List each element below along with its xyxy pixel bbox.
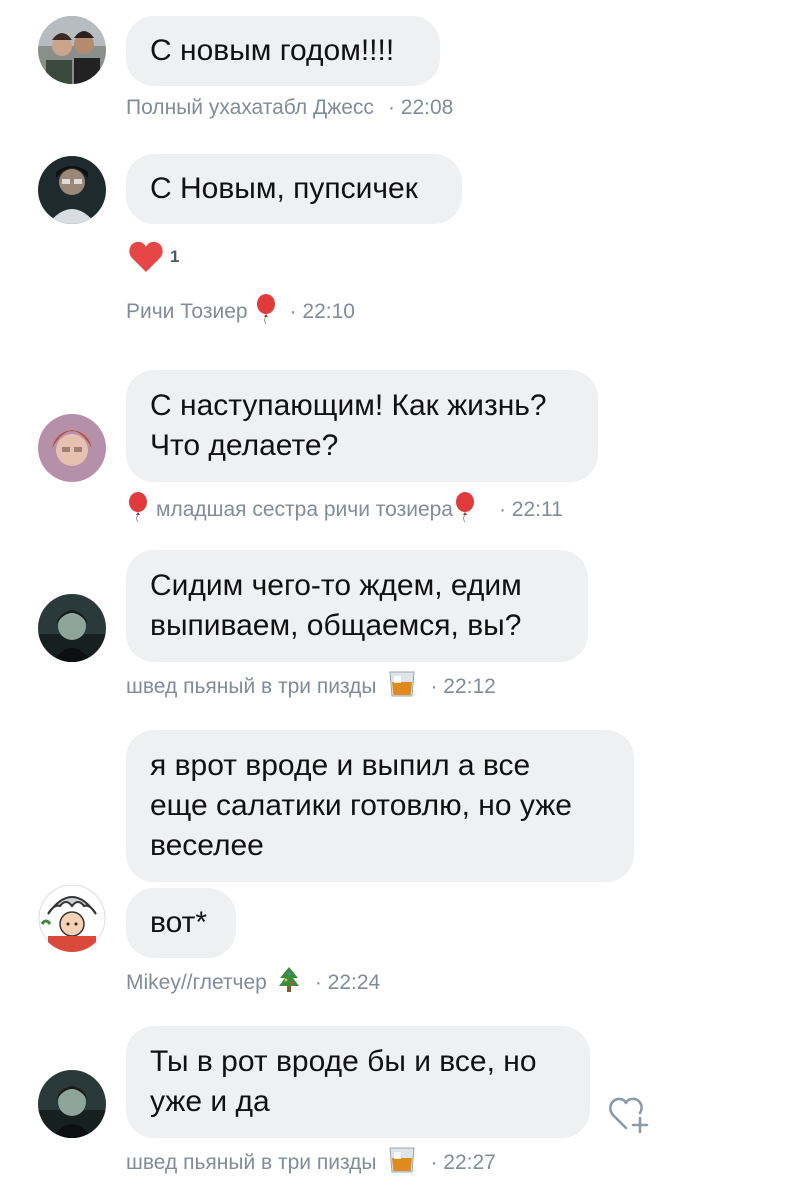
message-bubble[interactable]: С наступающим! Как жизнь? Что делаете?	[126, 370, 598, 482]
whisky-glass-icon	[388, 670, 416, 704]
heart-plus-icon	[609, 1097, 649, 1134]
avatar[interactable]	[38, 594, 106, 662]
message-meta: Mikey//глетчер · 22:24	[126, 966, 380, 1000]
message-time: · 22:08	[387, 96, 454, 119]
heart-icon	[129, 241, 163, 272]
message-time: · 22:11	[498, 498, 563, 521]
message-time: · 22:24	[314, 971, 381, 994]
avatar[interactable]	[38, 1070, 106, 1138]
message-text: С наступающим! Как жизнь? Что делаете?	[150, 389, 547, 462]
message-text: я врот вроде и выпил а все еще салатики …	[150, 749, 572, 862]
christmas-tree-icon	[277, 966, 301, 1000]
message-text: С новым годом!!!!	[150, 34, 395, 67]
author-name[interactable]: Mikey//глетчер	[126, 971, 267, 995]
balloon-icon	[128, 492, 148, 528]
message-text: Ты в рот вроде бы и все, но уже и да	[150, 1045, 537, 1118]
message-bubble[interactable]: Ты в рот вроде бы и все, но уже и да	[126, 1026, 590, 1138]
avatar[interactable]	[38, 156, 106, 224]
message-bubble[interactable]: С новым годом!!!!	[126, 16, 440, 86]
message-meta: швед пьяный в три пизды · 22:12	[126, 670, 496, 704]
balloon-icon	[455, 492, 475, 528]
like-counter[interactable]: 1	[128, 240, 179, 274]
add-reaction-button[interactable]	[608, 1094, 652, 1139]
message-meta: Полный ухахатабл Джесс · 22:08	[126, 96, 453, 120]
message-meta: Ричи Тозиер · 22:10	[126, 294, 355, 330]
avatar[interactable]	[38, 16, 106, 84]
message-text: С Новым, пупсичек	[150, 172, 418, 205]
message-bubble[interactable]: вот*	[126, 888, 236, 958]
message-text: вот*	[150, 906, 208, 939]
message-meta: младшая сестра ричи тозиера · 22:11	[128, 492, 563, 528]
like-count: 1	[170, 247, 180, 266]
message-meta: швед пьяный в три пизды · 22:27	[126, 1146, 496, 1180]
message-time: · 22:12	[430, 675, 496, 698]
balloon-icon	[256, 294, 276, 330]
message-bubble[interactable]: я врот вроде и выпил а все еще салатики …	[126, 730, 634, 882]
whisky-glass-icon	[388, 1146, 416, 1180]
avatar[interactable]	[38, 884, 106, 952]
author-name[interactable]: швед пьяный в три пизды	[126, 675, 376, 699]
author-name[interactable]: швед пьяный в три пизды	[126, 1151, 376, 1175]
author-name[interactable]: Ричи Тозиер	[126, 300, 248, 324]
message-bubble[interactable]: Сидим чего-то ждем, едим выпиваем, общае…	[126, 550, 588, 662]
message-text: Сидим чего-то ждем, едим выпиваем, общае…	[150, 569, 522, 642]
message-time: · 22:27	[430, 1151, 496, 1174]
message-bubble[interactable]: С Новым, пупсичек	[126, 154, 462, 224]
message-time: · 22:10	[289, 300, 355, 323]
avatar[interactable]	[38, 414, 106, 482]
author-name[interactable]: младшая сестра ричи тозиера	[156, 498, 453, 522]
author-name[interactable]: Полный ухахатабл Джесс	[126, 96, 374, 120]
